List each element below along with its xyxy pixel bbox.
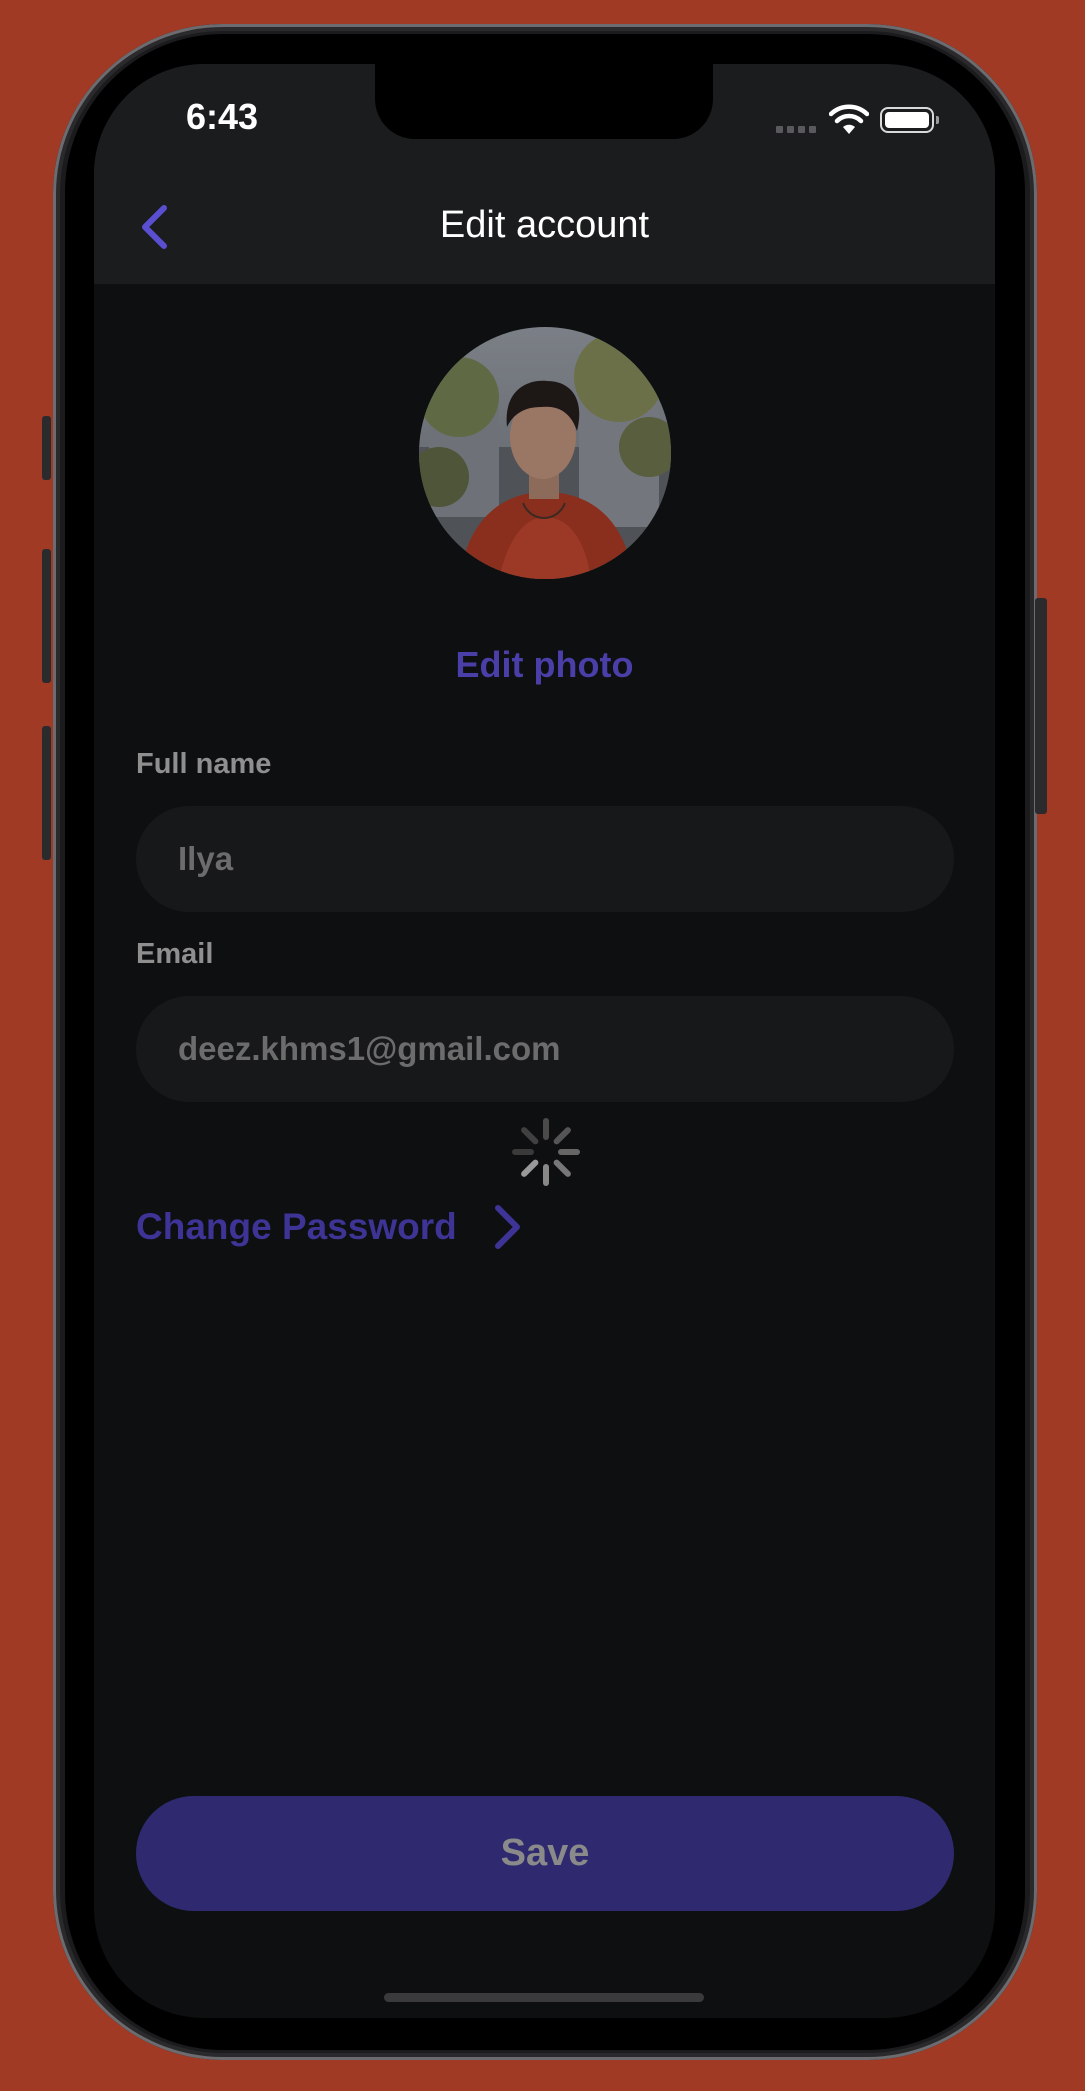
email-field[interactable]: deez.khms1@gmail.com (136, 996, 954, 1102)
power-button (1035, 598, 1047, 814)
save-button[interactable]: Save (136, 1796, 954, 1911)
avatar[interactable] (419, 327, 671, 579)
profile-photo (419, 327, 671, 579)
email-label: Email (136, 938, 214, 970)
notch (375, 64, 713, 139)
full-name-field[interactable]: Ilya (136, 806, 954, 912)
status-time: 6:43 (186, 96, 259, 137)
home-indicator (384, 1993, 704, 2002)
battery-icon (880, 107, 939, 133)
page-title: Edit account (439, 204, 650, 246)
wifi-icon (829, 104, 869, 134)
edit-photo-button[interactable]: Edit photo (94, 644, 995, 686)
full-name-label: Full name (136, 748, 272, 780)
cellular-signal-icon (776, 126, 820, 136)
silent-switch (42, 416, 51, 480)
app-screen: 6:43 Edit account Edit photo Full name I… (94, 64, 995, 2018)
volume-down-button (42, 726, 51, 860)
change-password-label: Change Password (136, 1206, 457, 1247)
volume-up-button (42, 549, 51, 683)
chevron-right-icon (494, 1205, 520, 1249)
change-password-link[interactable]: Change Password (136, 1204, 523, 1250)
loading-spinner-icon (512, 1118, 580, 1186)
